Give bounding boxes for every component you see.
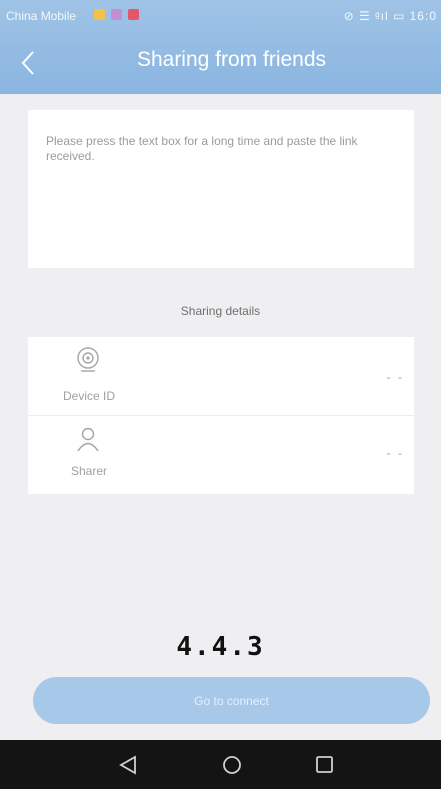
home-circle-icon[interactable] bbox=[220, 754, 244, 776]
device-id-label: Device ID bbox=[62, 389, 115, 403]
status-indicators: ⊘ ☰ ᵍıl ▭ 16:0 bbox=[343, 9, 437, 23]
person-icon bbox=[77, 427, 99, 452]
notification-icon bbox=[111, 9, 122, 20]
back-triangle-icon[interactable] bbox=[117, 754, 141, 776]
sharer-value: - - bbox=[386, 446, 404, 460]
camera-icon bbox=[77, 347, 99, 372]
go-to-connect-button[interactable]: Go to connect bbox=[33, 677, 430, 724]
notification-icons bbox=[94, 9, 139, 20]
device-id-value: - - bbox=[386, 370, 404, 384]
notification-icon bbox=[128, 9, 139, 20]
sharer-row: Sharer - - bbox=[28, 416, 414, 494]
section-title: Sharing details bbox=[180, 304, 261, 318]
recents-square-icon[interactable] bbox=[313, 754, 337, 776]
sharing-details-card: Device ID - - Sharer - - bbox=[28, 337, 414, 494]
status-bar: China Mobile ⊘ ☰ ᵍıl ▭ 16:0 bbox=[0, 0, 441, 30]
page-title: Sharing from friends bbox=[136, 48, 327, 71]
system-nav-bar bbox=[0, 740, 441, 789]
notification-icon bbox=[94, 9, 105, 20]
sharer-label: Sharer bbox=[70, 464, 108, 478]
device-id-row: Device ID - - bbox=[28, 337, 414, 415]
carrier-name: China Mobile bbox=[6, 9, 77, 23]
version-label: 4.4.3 bbox=[176, 632, 265, 662]
header: China Mobile ⊘ ☰ ᵍıl ▭ 16:0 Sharing from… bbox=[0, 0, 441, 94]
share-link-input[interactable] bbox=[28, 110, 414, 268]
